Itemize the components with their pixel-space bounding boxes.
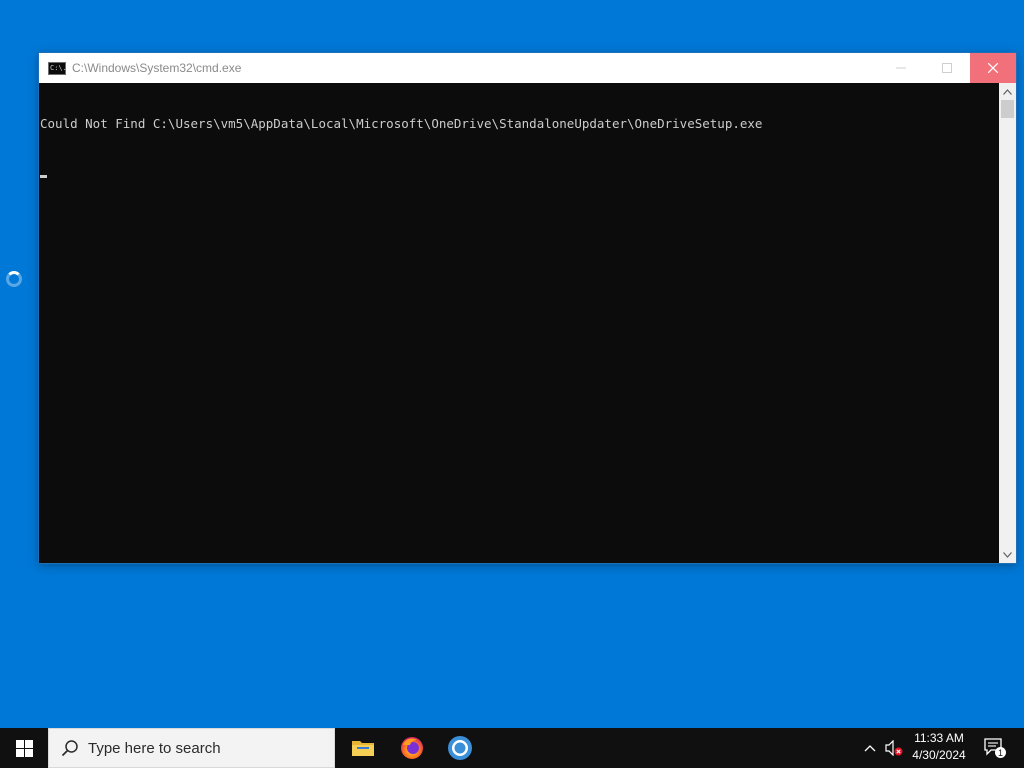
chrome-icon [448, 736, 472, 760]
console-output[interactable]: Could Not Find C:\Users\vm5\AppData\Loca… [39, 83, 999, 563]
busy-spinner-icon [6, 271, 22, 287]
taskbar-search-box[interactable]: Type here to search [48, 728, 335, 768]
window-controls [878, 53, 1016, 83]
taskbar: Type here to search 11:33 AM 4/30/2024 1 [0, 728, 1024, 768]
firefox-icon [401, 737, 423, 759]
notification-count: 1 [998, 748, 1003, 758]
text-cursor [40, 175, 47, 178]
scroll-down-button[interactable] [999, 546, 1016, 563]
minimize-button[interactable] [878, 53, 924, 83]
maximize-icon [942, 63, 952, 73]
close-button[interactable] [970, 53, 1016, 83]
search-placeholder: Type here to search [88, 739, 221, 757]
console-line: Could Not Find C:\Users\vm5\AppData\Loca… [40, 116, 763, 131]
cmd-app-icon: C:\. [48, 61, 67, 75]
clock-date: 4/30/2024 [912, 748, 966, 762]
close-icon [988, 63, 998, 73]
chevron-down-icon [1003, 551, 1012, 558]
maximize-button[interactable] [924, 53, 970, 83]
clock-time: 11:33 AM [914, 731, 964, 745]
start-button[interactable] [0, 728, 48, 768]
chevron-up-icon [864, 745, 876, 752]
taskbar-firefox-button[interactable] [388, 728, 436, 768]
taskbar-clock[interactable]: 11:33 AM 4/30/2024 [904, 730, 974, 766]
chevron-up-icon [1003, 88, 1012, 95]
taskbar-chrome-button[interactable] [436, 728, 484, 768]
cmd-window[interactable]: C:\. C:\Windows\System32\cmd.exe Could N… [39, 53, 1016, 563]
folder-icon [352, 741, 374, 756]
notification-icon: 1 [984, 738, 1006, 758]
show-hidden-icons-button[interactable] [859, 728, 881, 768]
volume-button[interactable] [883, 728, 905, 768]
window-titlebar[interactable]: C:\. C:\Windows\System32\cmd.exe [39, 53, 1016, 83]
minimize-icon [896, 67, 906, 69]
windows-logo-icon [15, 739, 33, 757]
search-icon [61, 740, 78, 757]
vertical-scrollbar[interactable] [999, 83, 1016, 563]
scroll-up-button[interactable] [999, 83, 1016, 100]
volume-muted-icon [885, 740, 903, 756]
scroll-thumb[interactable] [1001, 100, 1014, 118]
taskbar-file-explorer-button[interactable] [339, 728, 387, 768]
window-title: C:\Windows\System32\cmd.exe [72, 61, 242, 75]
action-center-button[interactable]: 1 [980, 728, 1010, 768]
